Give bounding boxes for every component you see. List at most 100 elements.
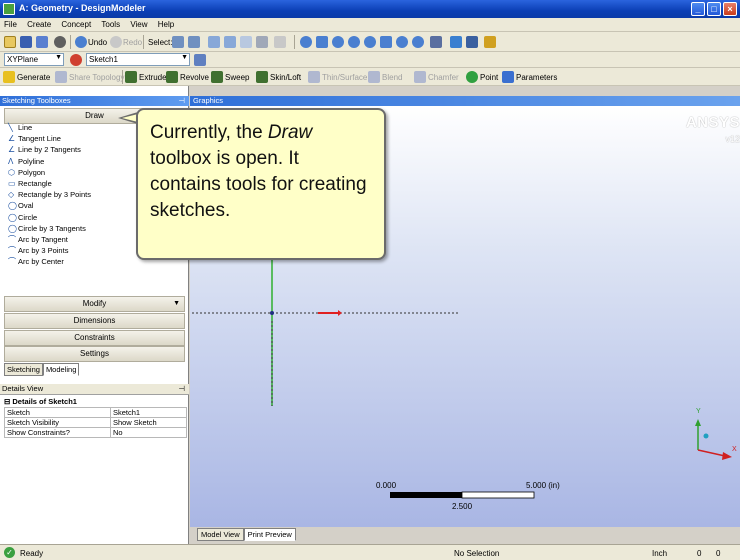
plane-sketch-toolbar: XYPlane ▼ Sketch1 ▼: [0, 52, 740, 68]
new-sketch-icon[interactable]: [194, 54, 206, 66]
detail-key: Show Constraints?: [4, 427, 111, 438]
select-mode-icon[interactable]: [188, 36, 200, 48]
tab-sketching[interactable]: Sketching: [4, 363, 43, 376]
undo-icon[interactable]: [75, 36, 87, 48]
tab-print-preview[interactable]: Print Preview: [243, 528, 296, 541]
callout-text-1: Currently, the: [150, 122, 268, 143]
pin-icon[interactable]: ⊣: [178, 96, 185, 105]
zoom-in-icon[interactable]: [348, 36, 360, 48]
detail-value[interactable]: Show Sketch: [109, 417, 188, 428]
window-title: A: Geometry - DesignModeler: [19, 3, 146, 13]
zoom-to-fit-icon[interactable]: [396, 36, 408, 48]
details-view-header: Details View ⊣: [0, 384, 189, 395]
triad-icon[interactable]: [450, 36, 462, 48]
select-edge-icon[interactable]: [224, 36, 236, 48]
settings-toolbox-label: Settings: [80, 349, 109, 358]
close-button[interactable]: ×: [723, 2, 737, 16]
menu-file[interactable]: File: [0, 18, 21, 31]
sweep-button[interactable]: Sweep: [225, 73, 249, 82]
triad-x: [697, 449, 726, 457]
settings-toolbox-header[interactable]: Settings: [4, 346, 185, 362]
blend-button[interactable]: Blend: [382, 73, 402, 82]
magnifier-icon[interactable]: [412, 36, 424, 48]
dimensions-toolbox-header[interactable]: Dimensions: [4, 313, 185, 329]
reset-view-icon[interactable]: [484, 36, 496, 48]
table-row[interactable]: Show Constraints? No: [4, 427, 188, 438]
minimize-button[interactable]: _: [691, 2, 705, 16]
tab-model-view[interactable]: Model View: [197, 528, 244, 541]
sweep-icon: [211, 71, 223, 83]
zoom-icon[interactable]: [332, 36, 344, 48]
plane-select[interactable]: XYPlane ▼: [4, 53, 64, 66]
export-icon[interactable]: [36, 36, 48, 48]
extrude-icon: [125, 71, 137, 83]
menu-help[interactable]: Help: [154, 18, 178, 31]
status-value-2: 0: [716, 549, 721, 558]
chevron-down-icon[interactable]: ▼: [173, 297, 180, 311]
menu-view[interactable]: View: [126, 18, 151, 31]
line-tangents-icon: ∠: [8, 145, 16, 155]
constraints-toolbox-label: Constraints: [74, 333, 115, 342]
share-topology-button[interactable]: Share Topology: [69, 73, 124, 82]
modify-toolbox-label: Modify: [82, 299, 107, 308]
zoom-out-icon[interactable]: [364, 36, 376, 48]
undo-button[interactable]: Undo: [88, 38, 107, 47]
status-ready: Ready: [20, 549, 44, 558]
scale-left-label: 0.000: [376, 481, 397, 490]
circle-icon: ◯: [8, 212, 17, 222]
detail-value[interactable]: Sketch1: [109, 407, 188, 418]
menu-tools[interactable]: Tools: [97, 18, 124, 31]
menu-create[interactable]: Create: [23, 18, 55, 31]
camera-icon[interactable]: [54, 36, 66, 48]
skin-loft-button[interactable]: Skin/Loft: [270, 73, 301, 82]
pin-icon[interactable]: ⊣: [178, 384, 185, 393]
generate-icon: [3, 71, 15, 83]
revolve-button[interactable]: Revolve: [180, 73, 209, 82]
main-toolbar: Undo Redo Select:: [0, 32, 740, 52]
select-face-icon[interactable]: [240, 36, 252, 48]
redo-button[interactable]: Redo: [123, 38, 142, 47]
modify-toolbox-header[interactable]: Modify ▼: [4, 296, 185, 312]
origin-point: [270, 311, 274, 315]
generate-button[interactable]: Generate: [17, 73, 50, 82]
rotate-icon[interactable]: [300, 36, 312, 48]
detail-key: Sketch Visibility: [4, 417, 111, 428]
menu-concept[interactable]: Concept: [57, 18, 95, 31]
details-group-title: Details of Sketch1: [12, 397, 77, 406]
tool-label: Oval: [18, 201, 34, 211]
tool-label: Line: [18, 123, 33, 132]
thin-surface-button[interactable]: Thin/Surface: [322, 73, 367, 82]
tool-label: Polyline: [18, 156, 45, 166]
scale-bar-black: [390, 492, 462, 498]
table-row[interactable]: Sketch Sketch1: [4, 407, 188, 418]
chamfer-button[interactable]: Chamfer: [428, 73, 459, 82]
extend-selection-icon[interactable]: [274, 36, 286, 48]
graphics-header: Graphics: [190, 96, 740, 106]
point-button[interactable]: Point: [480, 73, 498, 82]
extrude-button[interactable]: Extrude: [139, 73, 167, 82]
tool-label: Tangent Line: [18, 134, 61, 144]
polygon-icon: ⬡: [8, 167, 15, 177]
pan-icon[interactable]: [316, 36, 328, 48]
iso-view-icon[interactable]: [430, 36, 442, 48]
tab-modeling[interactable]: Modeling: [42, 363, 80, 376]
look-at-icon[interactable]: [466, 36, 478, 48]
select-vertex-icon[interactable]: [208, 36, 220, 48]
detail-value[interactable]: No: [109, 427, 188, 438]
details-group-row[interactable]: ⊟ Details of Sketch1: [4, 397, 77, 406]
select-body-icon[interactable]: [256, 36, 268, 48]
select-point-icon[interactable]: [172, 36, 184, 48]
table-row[interactable]: Sketch Visibility Show Sketch: [4, 417, 188, 428]
sketch-select[interactable]: Sketch1 ▼: [86, 53, 190, 66]
new-icon[interactable]: [4, 36, 16, 48]
box-zoom-icon[interactable]: [380, 36, 392, 48]
x-arrow: [338, 310, 342, 316]
redo-icon[interactable]: [110, 36, 122, 48]
maximize-button[interactable]: □: [707, 2, 721, 16]
select-label: Select:: [148, 38, 173, 47]
parameters-button[interactable]: Parameters: [516, 73, 557, 82]
constraints-toolbox-header[interactable]: Constraints: [4, 330, 185, 346]
new-plane-icon[interactable]: [70, 54, 82, 66]
save-icon[interactable]: [20, 36, 32, 48]
blend-icon: [368, 71, 380, 83]
